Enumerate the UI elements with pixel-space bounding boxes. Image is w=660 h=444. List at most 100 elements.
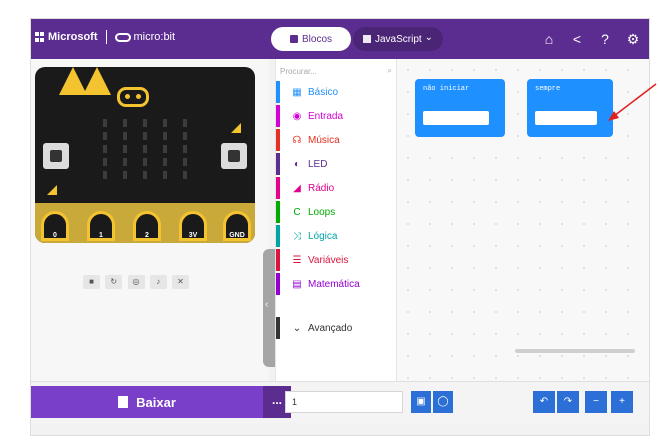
toolbox: Procurar... ⌕ ▦ Básico ◉ Entrada ☊ Músic… [275,59,397,381]
lightning-icon [83,67,111,95]
list-icon: ☰ [292,254,302,266]
download-icon [118,396,129,408]
simulator-panel: 0 1 2 3V GND ■ ↻ ◎ ♪ ✕ [31,59,269,381]
block-label: não iniciar [423,85,470,93]
category-radio[interactable]: ◢ Rádio [276,177,398,199]
stop-icon[interactable]: ■ [83,275,100,289]
pin-label: 2 [145,232,149,239]
button-b[interactable] [221,143,247,169]
on-start-block[interactable]: não iniciar [415,79,505,137]
search-icon: ⌕ [387,66,392,75]
pin-label: GND [229,232,245,239]
pin-label: 0 [53,232,57,239]
category-logic[interactable]: ⤨ Lógica [276,225,398,247]
category-color-bar [276,105,280,127]
category-led[interactable]: ◐ LED [276,153,398,175]
category-label: Lógica [308,230,338,242]
block-slot [423,111,489,125]
category-label: Entrada [308,110,344,122]
chevron-down-icon: ⌄ [292,322,302,334]
restart-icon[interactable]: ↻ [105,275,123,289]
javascript-icon [363,35,371,43]
toggle-icon: ◐ [293,158,301,170]
category-color-bar [276,249,280,271]
category-color-bar [276,129,280,151]
category-color-bar [276,225,280,247]
shuffle-icon: ⤨ [293,230,301,242]
bottom-toolbar: Baixar ... 1 ▣ ◯ ↶ ↷ − + [31,381,649,423]
download-button[interactable]: Baixar [31,386,263,418]
button-a-marker-icon [47,185,57,195]
simulator-controls: ■ ↻ ◎ ♪ ✕ [83,275,189,289]
category-label: Variáveis [308,254,349,266]
refresh-icon: C [293,206,301,218]
headphones-icon: ☊ [292,134,302,146]
category-label: LED [308,158,328,170]
microbit-face-icon [117,87,149,107]
block-label: sempre [535,85,561,93]
blocks-icon [289,35,298,43]
circle-dot-icon: ◉ [292,110,302,122]
github-icon[interactable]: ◯ [433,391,453,413]
horizontal-scrollbar[interactable] [515,349,635,353]
category-loops[interactable]: C Loops [276,201,398,223]
chevron-down-icon[interactable]: ⌄ [425,32,433,43]
chevron-left-icon: ‹ [265,299,269,310]
calculator-icon: ▤ [292,278,302,290]
microbit-board[interactable]: 0 1 2 3V GND [35,67,255,243]
category-label: Básico [308,86,339,98]
category-advanced[interactable]: ⌄ Avançado [276,317,398,339]
category-basic[interactable]: ▦ Básico [276,81,398,103]
category-label: Avançado [308,322,353,334]
category-color-bar [276,153,280,175]
project-name-input[interactable]: 1 [285,391,403,413]
tab-javascript[interactable]: JavaScript ⌄ [353,27,443,51]
microsoft-label: Microsoft [48,31,98,43]
category-label: Rádio [308,182,335,194]
blocks-workspace[interactable]: não iniciar sempre [397,59,649,381]
settings-icon[interactable]: ⚙ [619,29,647,49]
zoom-out-icon[interactable]: − [585,391,607,413]
category-label: Matemática [308,278,360,290]
zoom-in-icon[interactable]: + [611,391,633,413]
category-music[interactable]: ☊ Música [276,129,398,151]
slowmo-icon[interactable]: ◎ [127,275,145,289]
category-input[interactable]: ◉ Entrada [276,105,398,127]
redo-icon[interactable]: ↷ [557,391,579,413]
pin-label: 1 [99,232,103,239]
category-variables[interactable]: ☰ Variáveis [276,249,398,271]
led-matrix [97,119,193,179]
makecode-editor: Microsoft micro:bit Blocos JavaScript ⌄ … [30,18,650,436]
undo-icon[interactable]: ↶ [533,391,555,413]
share-icon[interactable]: < [563,29,591,49]
category-color-bar [276,81,280,103]
download-label: Baixar [136,394,176,410]
pin-label: 3V [188,232,198,239]
microbit-label: micro:bit [133,31,176,43]
category-color-bar [276,317,280,339]
home-icon[interactable]: ⌂ [535,29,563,49]
block-slot [535,111,597,125]
search-input[interactable]: Procurar... [280,67,317,76]
top-header: Microsoft micro:bit Blocos JavaScript ⌄ … [31,19,649,59]
category-color-bar [276,177,280,199]
button-a[interactable] [43,143,69,169]
microsoft-logo-icon [35,32,45,42]
help-icon[interactable]: ? [591,29,619,49]
tab-javascript-label: JavaScript [375,33,422,45]
mute-icon[interactable]: ♪ [149,275,167,289]
save-icon[interactable]: ▣ [411,391,431,413]
brand: Microsoft micro:bit [35,30,175,44]
tab-blocks[interactable]: Blocos [271,27,351,51]
fullscreen-icon[interactable]: ✕ [172,275,189,289]
grid-icon: ▦ [292,86,302,98]
category-label: Loops [308,206,336,218]
forever-block[interactable]: sempre [527,79,613,137]
signal-icon: ◢ [293,182,301,194]
toolbox-search[interactable]: Procurar... ⌕ [280,63,392,79]
collapse-simulator-handle[interactable]: ‹ [263,249,275,367]
brand-divider [105,30,107,44]
microbit-logo-icon [114,32,131,42]
category-math[interactable]: ▤ Matemática [276,273,398,295]
button-b-marker-icon [231,123,241,133]
